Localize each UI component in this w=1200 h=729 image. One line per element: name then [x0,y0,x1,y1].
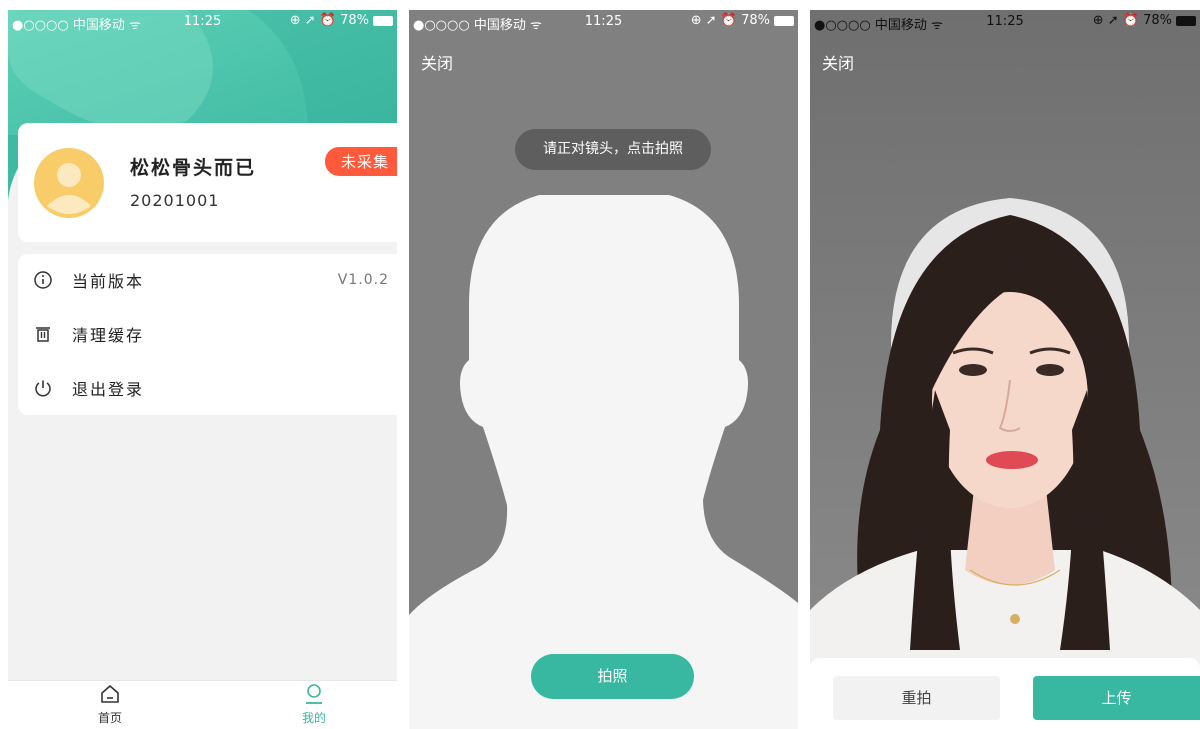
home-icon [101,685,119,703]
menu-label-version: 当前版本 [72,272,145,291]
power-icon [35,380,51,397]
menu-item-logout[interactable]: 退出登录 [18,364,397,412]
tab-label-mine: 我的 [301,711,326,725]
captured-photo [810,10,1200,670]
status-badge[interactable]: 未采集 [324,147,397,176]
retake-button[interactable]: 重拍 [833,676,1000,720]
status-right: ⊕ ➚ ⏰ 78% [691,13,794,28]
user-id: 20201001 [130,191,220,210]
capture-screen: ●○○○○ 中国移动 ᯤ 11:25 ⊕ ➚ ⏰ 78% 关闭 请正对镜头，点击… [409,10,798,729]
action-panel: 重拍 上传 [810,658,1200,729]
avatar [34,148,104,218]
tab-bar: 首页 我的 [8,680,397,729]
status-bar: ●○○○○ 中国移动 ᯤ 11:25 ⊕ ➚ ⏰ 78% [8,10,397,33]
menu-item-clear-cache[interactable]: 清理缓存 [18,310,397,358]
shoot-button[interactable]: 拍照 [531,654,694,699]
tab-mine[interactable]: 我的 [284,683,344,726]
menu-label-clear-cache: 清理缓存 [72,326,145,345]
battery-icon [774,15,794,26]
version-value: V1.0.2 [337,272,389,288]
camera-hint: 请正对镜头，点击拍照 [515,129,711,170]
status-indicators: ⊕ ➚ ⏰ 78% [690,13,770,28]
status-indicators: ⊕ ➚ ⏰ 78% [289,13,369,28]
status-bar: ●○○○○ 中国移动 ᯤ 11:25 ⊕ ➚ ⏰ 78% [810,10,1200,33]
status-bar: ●○○○○ 中国移动 ᯤ 11:25 ⊕ ➚ ⏰ 78% [409,10,798,33]
settings-menu: 当前版本 V1.0.2 清理缓存 退出登录 [18,254,397,415]
profile-card[interactable]: 松松骨头而已 20201001 未采集 [18,123,397,242]
tab-home[interactable]: 首页 [80,683,140,726]
status-right: ⊕ ➚ ⏰ 78% [1093,13,1196,28]
preview-screen: ●○○○○ 中国移动 ᯤ 11:25 ⊕ ➚ ⏰ 78% 关闭 重拍 上传 [810,10,1200,729]
battery-icon [373,15,393,26]
user-icon [306,684,322,704]
close-button[interactable]: 关闭 [421,50,453,74]
info-icon [34,271,52,289]
profile-screen: ●○○○○ 中国移动 ᯤ 11:25 ⊕ ➚ ⏰ 78% 松松骨头而已 2020… [8,10,397,729]
user-name: 松松骨头而已 [130,157,257,179]
tab-label-home: 首页 [97,711,122,725]
status-indicators: ⊕ ➚ ⏰ 78% [1092,13,1172,28]
face-guide-silhouette [409,195,798,729]
close-button[interactable]: 关闭 [822,50,854,74]
upload-button[interactable]: 上传 [1033,676,1200,720]
trash-icon [36,327,50,342]
status-right: ⊕ ➚ ⏰ 78% [290,13,393,28]
menu-label-logout: 退出登录 [72,380,145,399]
battery-icon [1176,15,1196,26]
menu-item-version[interactable]: 当前版本 V1.0.2 [18,256,397,304]
